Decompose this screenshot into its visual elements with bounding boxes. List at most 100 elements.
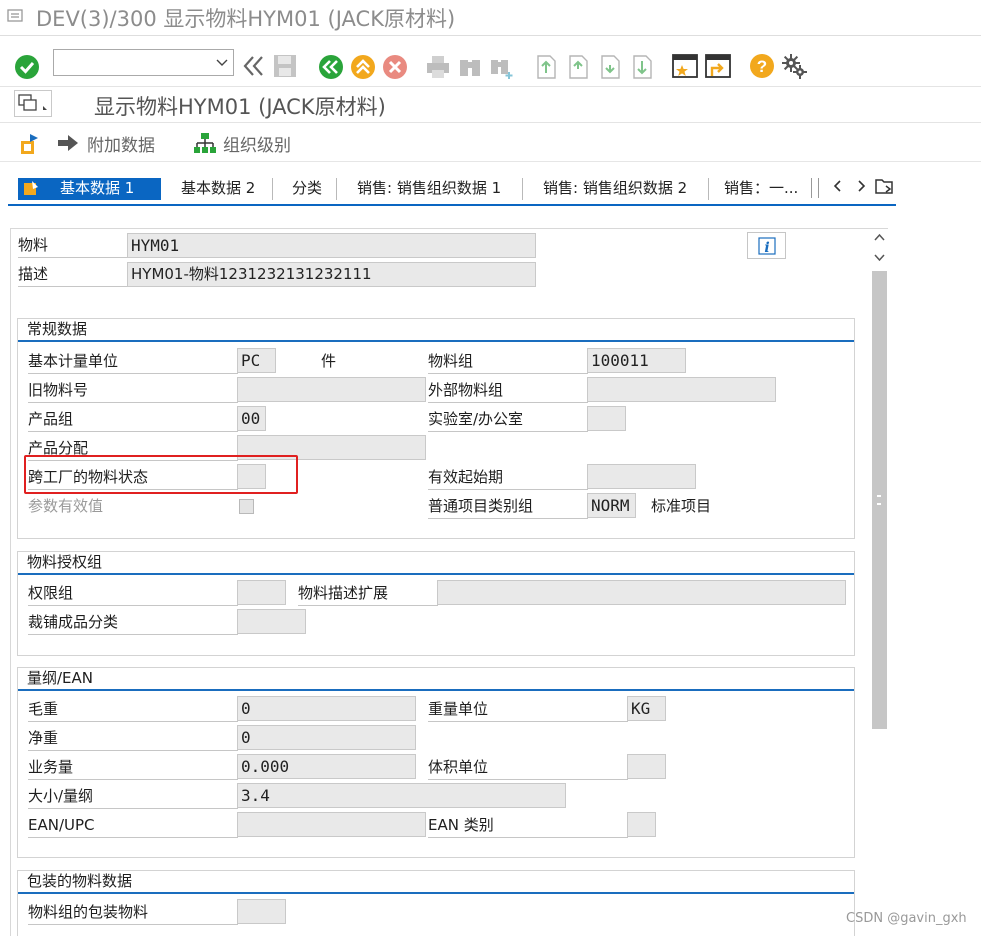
- volume-field[interactable]: 0.000: [237, 754, 416, 779]
- exit-icon[interactable]: [350, 54, 376, 80]
- tab-basic-data-2[interactable]: 基本数据 2: [171, 178, 273, 200]
- screen-title: 显示物料HYM01 (JACK原材料): [94, 95, 386, 119]
- enter-check-icon[interactable]: [14, 54, 40, 80]
- info-icon: i: [758, 237, 776, 255]
- gross-weight-label: 毛重: [28, 696, 238, 722]
- scroll-up-icon[interactable]: [874, 233, 885, 241]
- screen-menu-icon: [18, 94, 47, 111]
- volume-unit-label: 体积单位: [428, 754, 628, 780]
- apparel-class-field[interactable]: [237, 609, 306, 634]
- group-title: 量纲/EAN: [27, 669, 94, 687]
- tab-scroll-left-icon[interactable]: [832, 179, 844, 193]
- find-icon[interactable]: [457, 54, 483, 80]
- title-separator: [0, 35, 981, 36]
- ean-upc-field[interactable]: [237, 812, 426, 837]
- material-label: 物料: [18, 232, 128, 258]
- ean-category-label: EAN 类别: [428, 812, 628, 838]
- old-material-field[interactable]: [237, 377, 426, 402]
- description-label: 描述: [18, 261, 128, 287]
- pack-material-group-label: 物料组的包装物料: [28, 899, 238, 925]
- material-group-field[interactable]: 100011: [587, 348, 686, 373]
- menu-icon[interactable]: [7, 9, 25, 23]
- other-material-icon[interactable]: [18, 132, 42, 156]
- command-field[interactable]: [53, 49, 234, 76]
- base-uom-field[interactable]: PC: [237, 348, 276, 373]
- find-next-icon[interactable]: [489, 54, 515, 80]
- item-category-group-label: 普通项目类别组: [428, 493, 588, 519]
- screen-menu-button[interactable]: [14, 90, 52, 117]
- chevron-down-icon[interactable]: [216, 59, 228, 67]
- org-levels-icon[interactable]: [193, 132, 217, 156]
- last-page-icon[interactable]: [629, 53, 655, 81]
- tab-scroll-right-icon[interactable]: [855, 179, 867, 193]
- size-dimensions-field[interactable]: 3.4: [237, 783, 566, 808]
- scroll-thumb[interactable]: [872, 271, 887, 729]
- net-weight-field[interactable]: 0: [237, 725, 416, 750]
- lab-office-field[interactable]: [587, 406, 626, 431]
- watermark: CSDN @gavin_gxh: [846, 911, 967, 926]
- save-icon[interactable]: [272, 53, 298, 79]
- pack-material-group-field[interactable]: [237, 899, 286, 924]
- info-button[interactable]: i: [747, 232, 786, 259]
- app-toolbar-separator: [0, 161, 981, 162]
- weight-unit-label: 重量单位: [428, 696, 628, 722]
- cancel-icon[interactable]: [382, 54, 408, 80]
- org-levels-button[interactable]: 组织级别: [223, 131, 291, 156]
- tab-classification[interactable]: 分类: [273, 178, 337, 200]
- first-page-icon[interactable]: [533, 53, 559, 81]
- tab-label: 基本数据 2: [181, 179, 256, 197]
- group-title-underline: [18, 892, 854, 894]
- ext-material-group-field[interactable]: [587, 377, 776, 402]
- tab-edit-icon: [24, 181, 38, 195]
- scroll-down-icon[interactable]: [874, 254, 885, 262]
- auth-group-field[interactable]: [237, 580, 286, 605]
- shortcut-icon[interactable]: [704, 52, 732, 80]
- screen-title-bar: 显示物料HYM01 (JACK原材料): [0, 87, 981, 123]
- back-icon[interactable]: [318, 54, 344, 80]
- print-icon[interactable]: [425, 54, 451, 80]
- ext-material-group-label: 外部物料组: [428, 377, 588, 403]
- valid-from-field[interactable]: [587, 464, 696, 489]
- next-page-icon[interactable]: [597, 53, 623, 81]
- tab-sales-org-1[interactable]: 销售: 销售组织数据 1: [337, 178, 523, 200]
- new-session-icon[interactable]: [671, 52, 699, 80]
- previous-page-icon[interactable]: [565, 53, 591, 81]
- tab-label: 基本数据 1: [60, 179, 135, 197]
- group-title-underline: [18, 340, 854, 342]
- description-field[interactable]: HYM01-物料1231232131232111: [127, 262, 536, 287]
- arrow-right-icon[interactable]: [57, 133, 79, 153]
- volume-unit-field[interactable]: [627, 754, 666, 779]
- svg-text:?: ?: [757, 57, 767, 76]
- base-uom-text: 件: [321, 352, 337, 370]
- ean-category-field[interactable]: [627, 812, 656, 837]
- apparel-class-label: 裁铺成品分类: [28, 609, 238, 635]
- param-effectivity-label: 参数有效值: [28, 497, 104, 515]
- collapse-left-icon[interactable]: [242, 54, 266, 78]
- tab-sales-more[interactable]: 销售：一...: [709, 178, 810, 200]
- item-category-group-field[interactable]: NORM: [587, 493, 636, 518]
- vertical-scrollbar[interactable]: [871, 229, 888, 936]
- group-title: 常规数据: [27, 320, 88, 338]
- settings-gear-icon[interactable]: [781, 53, 807, 79]
- group-title-underline: [18, 573, 854, 575]
- group-title: 包装的物料数据: [27, 872, 133, 890]
- tab-label: 销售：一...: [724, 179, 799, 197]
- tab-label: 分类: [292, 179, 323, 197]
- tab-basic-data-1[interactable]: 基本数据 1: [18, 178, 161, 200]
- desc-extension-label: 物料描述扩展: [298, 580, 438, 606]
- tab-overflow-marker: [811, 178, 819, 198]
- gross-weight-field[interactable]: 0: [237, 696, 416, 721]
- highlight-box: [24, 455, 298, 494]
- tab-sales-org-2[interactable]: 销售: 销售组织数据 2: [523, 178, 709, 200]
- app-toolbar: 附加数据 组织级别: [0, 123, 981, 161]
- param-effectivity-checkbox[interactable]: [239, 499, 254, 514]
- material-field[interactable]: HYM01: [127, 233, 536, 258]
- window-title: DEV(3)/300 显示物料HYM01 (JACK原材料): [36, 7, 456, 31]
- additional-data-button[interactable]: 附加数据: [87, 131, 155, 156]
- svg-text:i: i: [764, 240, 769, 255]
- tab-list-icon[interactable]: [874, 177, 894, 195]
- weight-unit-field[interactable]: KG: [627, 696, 666, 721]
- desc-extension-field[interactable]: [437, 580, 846, 605]
- help-icon[interactable]: ?: [749, 53, 775, 79]
- division-field[interactable]: 00: [237, 406, 266, 431]
